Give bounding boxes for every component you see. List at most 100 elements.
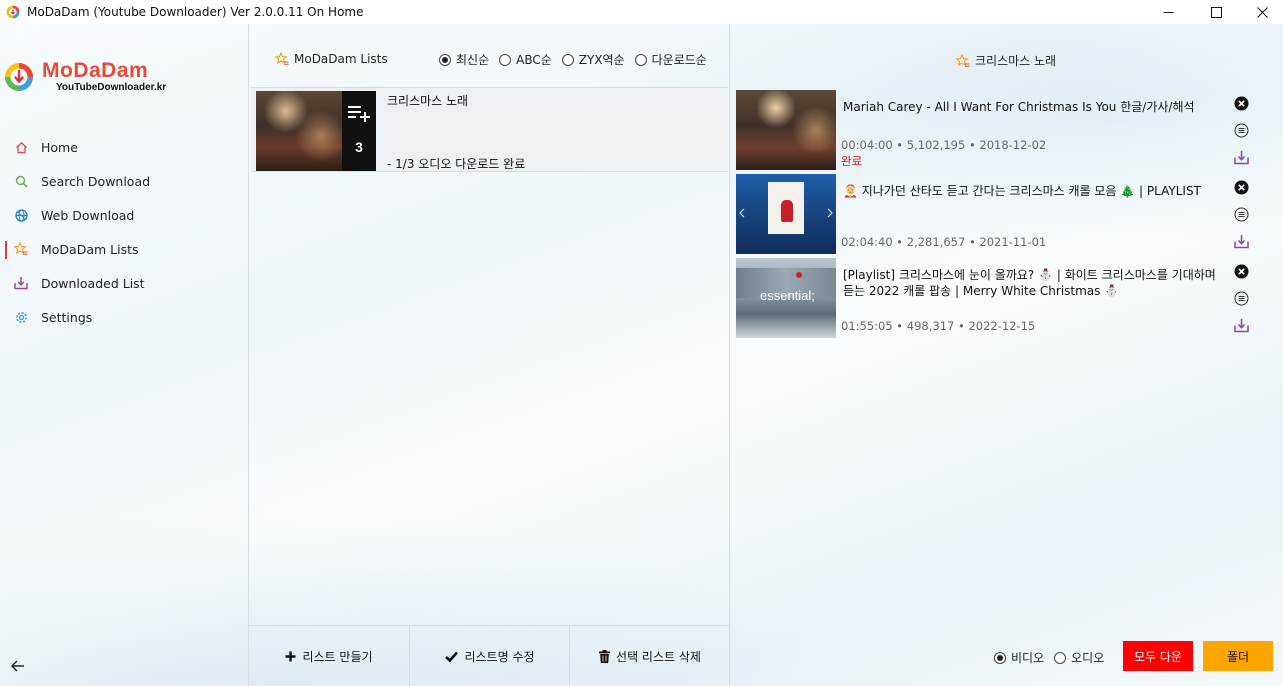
- sidebar-nav: Home Search Download Web Download MoDaDa…: [0, 130, 248, 334]
- maximize-button[interactable]: [1193, 0, 1239, 24]
- video-row[interactable]: Mariah Carey - All I Want For Christmas …: [736, 90, 1278, 170]
- playlist-add-icon: [348, 106, 370, 122]
- window-title: MoDaDam (Youtube Downloader) Ver 2.0.0.1…: [27, 5, 364, 19]
- close-circle-icon: [1234, 264, 1248, 278]
- brand-name: MoDaDam: [42, 59, 149, 82]
- open-folder-button[interactable]: 폴더: [1203, 641, 1273, 671]
- video-thumbnail: [736, 90, 836, 170]
- download-all-button[interactable]: 모두 다운: [1123, 641, 1193, 671]
- sort-zyx-radio[interactable]: ZYX역순: [561, 51, 625, 68]
- sidebar-item-label: Search Download: [41, 173, 151, 189]
- album-figure: [781, 200, 793, 222]
- download-video-button[interactable]: [1233, 149, 1249, 165]
- list-count: 3: [355, 139, 363, 155]
- sort-abc-radio[interactable]: ABC순: [499, 51, 552, 68]
- sidebar-item-downloaded-list[interactable]: Downloaded List: [0, 266, 248, 300]
- remove-video-button[interactable]: [1233, 263, 1249, 279]
- video-date: 2018-12-02: [979, 138, 1047, 152]
- video-details-button[interactable]: [1233, 122, 1249, 138]
- video-duration: 00:04:00: [841, 138, 893, 152]
- format-options: 비디오 오디오: [994, 649, 1114, 666]
- download-tray-icon: [1233, 318, 1249, 332]
- sidebar-item-home[interactable]: Home: [0, 130, 248, 164]
- sidebar-item-web-download[interactable]: Web Download: [0, 198, 248, 232]
- delete-list-button[interactable]: 선택 리스트 삭제: [570, 626, 730, 686]
- list-count-badge: 3: [342, 91, 376, 171]
- radio-selected-icon: [994, 651, 1006, 664]
- sidebar-item-label: MoDaDam Lists: [41, 241, 139, 257]
- gear-icon: [14, 310, 28, 324]
- radio-icon: [1054, 651, 1067, 664]
- thumbnail-text: essential;: [760, 288, 815, 303]
- maximize-icon: [1210, 6, 1222, 18]
- lists-panel-title: MoDaDam Lists: [275, 52, 388, 66]
- download-video-button[interactable]: [1233, 233, 1249, 249]
- radio-selected-icon: [439, 53, 451, 66]
- format-label: 비디오: [1011, 651, 1045, 665]
- download-tray-icon: [1233, 150, 1249, 164]
- format-audio-radio[interactable]: 오디오: [1054, 649, 1104, 666]
- star-list-icon: [14, 242, 28, 256]
- close-icon: [1256, 6, 1268, 18]
- sidebar-item-label: Web Download: [41, 207, 135, 223]
- videos-panel-title: 크리스마스 노래: [956, 52, 1056, 69]
- sidebar-divider: [248, 24, 249, 686]
- video-title: 🤶 지나가던 산타도 듣고 간다는 크리스마스 캐롤 모음 🎄 | PLAYLI…: [843, 184, 1201, 198]
- video-duration: 02:04:40: [841, 235, 893, 249]
- video-duration: 01:55:05: [841, 319, 893, 333]
- sort-label: ZYX역순: [578, 53, 625, 67]
- video-views: 5,102,195: [906, 138, 966, 152]
- create-list-button[interactable]: 리스트 만들기: [249, 626, 409, 686]
- sort-download-radio[interactable]: 다운로드순: [634, 51, 707, 68]
- list-circle-icon: [1234, 291, 1248, 305]
- sidebar-item-settings[interactable]: Settings: [0, 300, 248, 334]
- plus-icon: [285, 651, 296, 662]
- video-details-button[interactable]: [1233, 290, 1249, 306]
- download-video-button[interactable]: [1233, 317, 1249, 333]
- video-title: Mariah Carey - All I Want For Christmas …: [843, 100, 1195, 114]
- video-meta: 02:04:40 • 2,281,657 • 2021-11-01: [841, 235, 1047, 249]
- video-row[interactable]: 🤶 지나가던 산타도 듣고 간다는 크리스마스 캐롤 모음 🎄 | PLAYLI…: [736, 174, 1278, 254]
- app-logo-icon: [6, 5, 20, 19]
- video-views: 498,317: [906, 319, 955, 333]
- list-status: - 1/3 오디오 다운로드 완료: [387, 157, 526, 171]
- button-label: 선택 리스트 삭제: [616, 649, 701, 664]
- close-window-button[interactable]: [1239, 0, 1283, 24]
- sort-label: ABC순: [516, 53, 552, 67]
- video-details-button[interactable]: [1233, 206, 1249, 222]
- video-meta: 00:04:00 • 5,102,195 • 2018-12-02: [841, 138, 1047, 152]
- list-thumbnail: 3: [256, 91, 376, 171]
- minimize-icon: [1163, 11, 1173, 13]
- list-circle-icon: [1234, 123, 1248, 137]
- videos-panel-title-text: 크리스마스 노래: [975, 54, 1057, 68]
- sort-label: 최신순: [456, 53, 490, 67]
- star-list-icon: [956, 53, 970, 67]
- video-thumbnail: essential;: [736, 258, 836, 338]
- chevron-right-icon: [827, 208, 833, 218]
- sort-latest-radio[interactable]: 최신순: [439, 51, 489, 68]
- video-row[interactable]: essential; [Playlist] 크리스마스에 눈이 올까요? ⛄ |…: [736, 258, 1278, 338]
- brand-subtitle: YouTubeDownloader.kr: [56, 82, 167, 93]
- remove-video-button[interactable]: [1233, 95, 1249, 111]
- close-circle-icon: [1234, 180, 1248, 194]
- sidebar: MoDaDam YouTubeDownloader.kr Home Search…: [0, 24, 248, 686]
- sort-label: 다운로드순: [651, 53, 707, 67]
- sidebar-item-search-download[interactable]: Search Download: [0, 164, 248, 198]
- list-item[interactable]: 3 크리스마스 노래 - 1/3 오디오 다운로드 완료: [251, 87, 728, 172]
- close-circle-icon: [1234, 96, 1248, 110]
- download-tray-icon: [14, 276, 28, 290]
- format-video-radio[interactable]: 비디오: [994, 649, 1044, 666]
- remove-video-button[interactable]: [1233, 179, 1249, 195]
- video-title: [Playlist] 크리스마스에 눈이 올까요? ⛄ | 화이트 크리스마스를…: [843, 268, 1216, 298]
- rename-list-button[interactable]: 리스트명 수정: [410, 626, 570, 686]
- chevron-left-icon: [739, 208, 745, 218]
- video-views: 2,281,657: [906, 235, 966, 249]
- back-arrow-icon[interactable]: [10, 658, 26, 674]
- video-meta: 01:55:05 • 498,317 • 2022-12-15: [841, 319, 1036, 333]
- globe-icon: [14, 208, 28, 222]
- format-label: 오디오: [1071, 651, 1105, 665]
- sidebar-item-modadam-lists[interactable]: MoDaDam Lists: [0, 232, 248, 266]
- minimize-button[interactable]: [1145, 0, 1191, 24]
- sidebar-item-label: Downloaded List: [41, 275, 145, 291]
- star-list-icon: [275, 52, 289, 65]
